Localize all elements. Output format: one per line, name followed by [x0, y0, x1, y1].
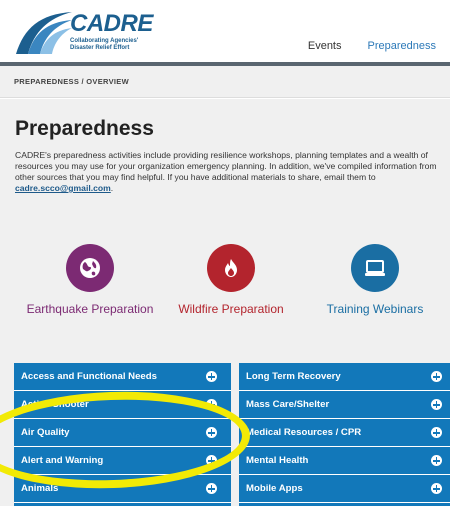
feature-webinars[interactable]: Training Webinars	[305, 244, 445, 316]
page-title: Preparedness	[15, 117, 154, 140]
intro-end: .	[110, 183, 114, 193]
email-link[interactable]: cadre.scco@gmail.com	[15, 183, 111, 193]
feature-label-earthquake: Earthquake Preparation	[26, 302, 154, 316]
feature-label-wildfire: Wildfire Preparation	[178, 302, 284, 316]
feature-earthquake[interactable]: Earthquake Preparation	[20, 244, 160, 316]
earthquake-circle	[66, 244, 114, 292]
flame-icon	[225, 259, 237, 277]
laptop-icon	[365, 260, 385, 276]
site-header: CADRE Collaborating Agencies' Disaster R…	[0, 0, 450, 66]
wildfire-circle	[207, 244, 255, 292]
accordion-item[interactable]: Long Term Recovery	[239, 363, 450, 391]
accordion-label: Mental Health	[246, 455, 309, 466]
globe-icon	[80, 258, 100, 278]
accordion-item[interactable]: Mental Health	[239, 447, 450, 475]
plus-circle-icon[interactable]	[431, 371, 442, 382]
accordion-label: Mobile Apps	[246, 483, 303, 494]
plus-circle-icon[interactable]	[431, 427, 442, 438]
logo-subtitle: Collaborating Agencies' Disaster Relief …	[70, 38, 139, 51]
accordion-label: Access and Functional Needs	[21, 371, 157, 382]
nav-item-preparedness[interactable]: Preparedness	[368, 40, 437, 52]
plus-circle-icon[interactable]	[206, 371, 217, 382]
breadcrumb: PREPAREDNESS / OVERVIEW	[14, 77, 129, 86]
plus-circle-icon[interactable]	[431, 483, 442, 494]
accordion-item[interactable]: Medical Resources / CPR	[239, 419, 450, 447]
topics-list-right: Long Term Recovery Mass Care/Shelter Med…	[239, 363, 450, 506]
breadcrumb-bar: PREPAREDNESS / OVERVIEW	[0, 66, 450, 98]
logo-text: CADRE	[70, 10, 153, 37]
accordion-item[interactable]: Mass Care/Shelter	[239, 391, 450, 419]
webinars-circle	[351, 244, 399, 292]
feature-label-webinars: Training Webinars	[326, 302, 424, 316]
accordion-label: Medical Resources / CPR	[246, 427, 362, 438]
accordion-item[interactable]: Mobile Apps	[239, 475, 450, 503]
cadre-logo[interactable]: CADRE Collaborating Agencies' Disaster R…	[14, 2, 153, 60]
plus-circle-icon[interactable]	[206, 483, 217, 494]
accordion-label: Mass Care/Shelter	[246, 399, 330, 410]
feature-wildfire[interactable]: Wildfire Preparation	[161, 244, 301, 316]
nav-item-events[interactable]: Events	[308, 40, 342, 52]
main-nav: Events Preparedness	[308, 40, 436, 52]
plus-circle-icon[interactable]	[431, 399, 442, 410]
logo-swoosh-icon	[16, 12, 72, 54]
accordion-label: Long Term Recovery	[246, 371, 341, 382]
plus-circle-icon[interactable]	[431, 455, 442, 466]
intro-text: CADRE's preparedness activities include …	[15, 150, 437, 182]
accordion-item[interactable]: Access and Functional Needs	[14, 363, 231, 391]
intro-paragraph: CADRE's preparedness activities include …	[15, 150, 447, 194]
